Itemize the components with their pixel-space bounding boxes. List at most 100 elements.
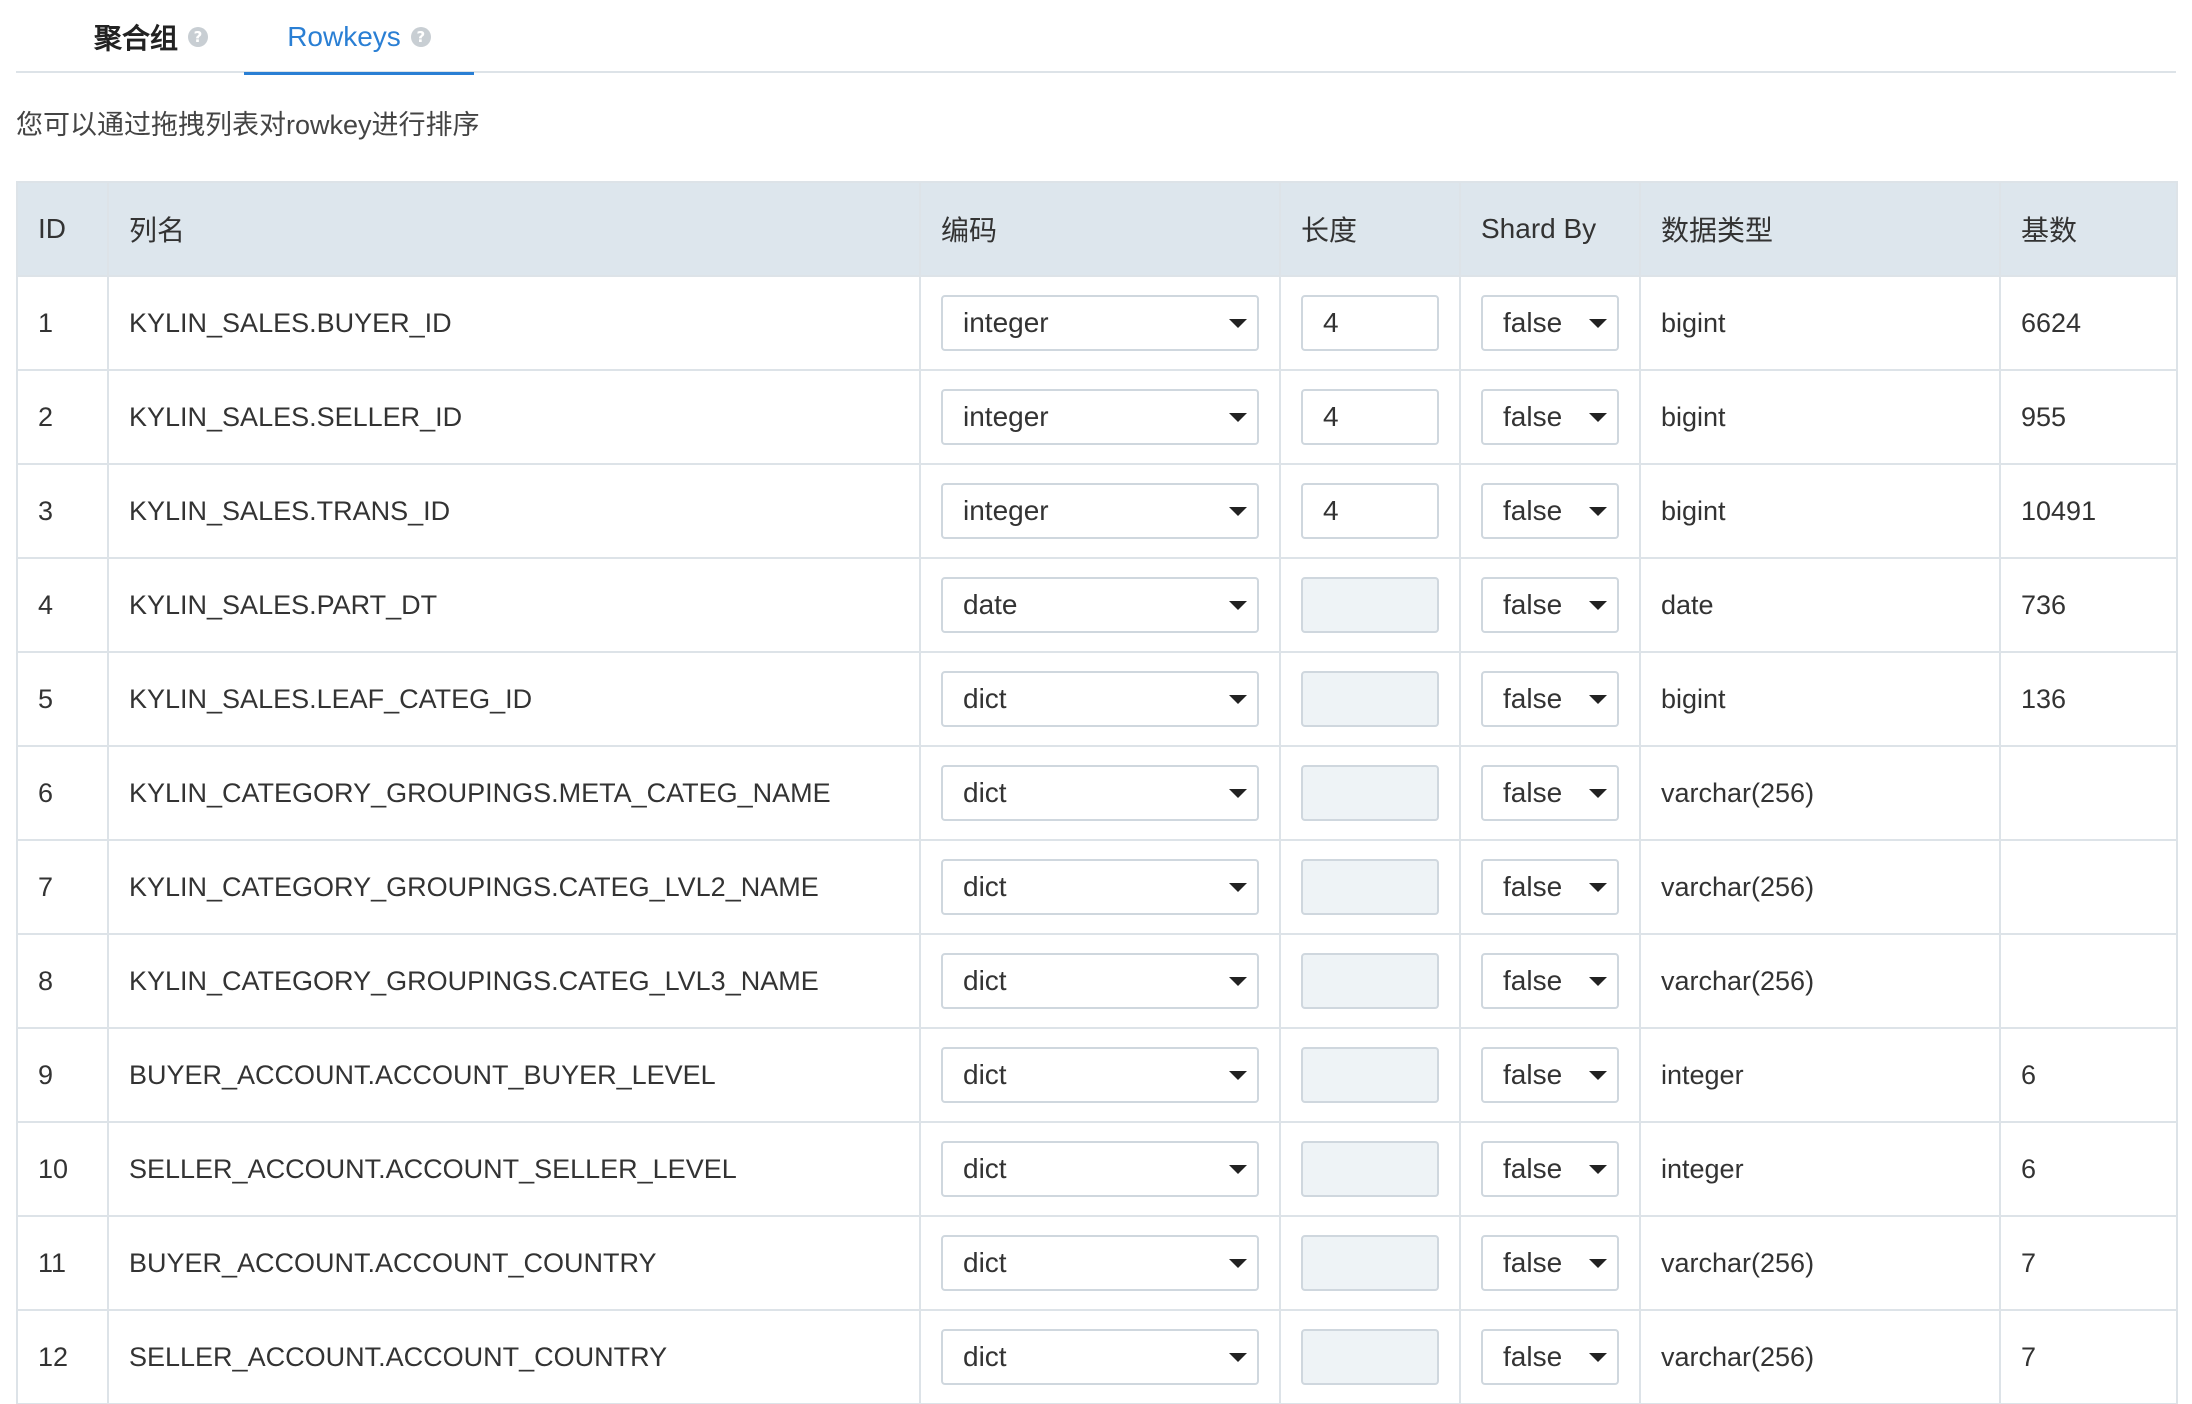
length-cell	[1279, 933, 1461, 1029]
column-name: KYLIN_SALES.LEAF_CATEG_ID	[107, 651, 921, 747]
length-input[interactable]	[1301, 765, 1439, 821]
shard-by-cell: false	[1459, 1215, 1641, 1311]
cardinality: 6	[1999, 1121, 2178, 1217]
length-input[interactable]	[1301, 671, 1439, 727]
encoding-select[interactable]: dict	[941, 1329, 1259, 1385]
shard-by-select[interactable]: false	[1481, 1235, 1619, 1291]
table-row[interactable]: 12 SELLER_ACCOUNT.ACCOUNT_COUNTRY dict fals…	[16, 1309, 2178, 1404]
caret-down-icon	[1589, 601, 1607, 610]
caret-down-icon	[1589, 977, 1607, 986]
encoding-select[interactable]: date	[941, 577, 1259, 633]
shard-by-cell: false	[1459, 933, 1641, 1029]
data-type: varchar(256)	[1639, 933, 2001, 1029]
length-input[interactable]	[1301, 1047, 1439, 1103]
encoding-select[interactable]: integer	[941, 483, 1259, 539]
table-row[interactable]: 5 KYLIN_SALES.LEAF_CATEG_ID dict false bigin…	[16, 651, 2178, 747]
encoding-select[interactable]: integer	[941, 295, 1259, 351]
help-icon[interactable]: ?	[188, 26, 208, 47]
shard-by-select[interactable]: false	[1481, 1047, 1619, 1103]
encoding-value: dict	[963, 683, 1007, 714]
length-cell	[1279, 1121, 1461, 1217]
length-input[interactable]	[1301, 859, 1439, 915]
length-input[interactable]	[1301, 1329, 1439, 1385]
tab-aggregation-groups[interactable]: 聚合组 ?	[76, 0, 226, 73]
length-cell	[1279, 651, 1461, 747]
caret-down-icon	[1589, 1165, 1607, 1174]
column-name: KYLIN_CATEGORY_GROUPINGS.CATEG_LVL2_NAME	[107, 839, 921, 935]
cardinality: 955	[1999, 369, 2178, 465]
shard-by-value: false	[1503, 1341, 1563, 1372]
caret-down-icon	[1589, 507, 1607, 516]
row-id: 5	[16, 651, 109, 747]
length-input[interactable]	[1301, 1235, 1439, 1291]
shard-by-value: false	[1503, 401, 1563, 432]
encoding-select[interactable]: dict	[941, 953, 1259, 1009]
shard-by-select[interactable]: false	[1481, 1141, 1619, 1197]
table-row[interactable]: 3 KYLIN_SALES.TRANS_ID integer 4 false bigint…	[16, 463, 2178, 559]
column-header-cardinality: 基数	[1999, 181, 2178, 277]
shard-by-cell: false	[1459, 557, 1641, 653]
encoding-cell: dict	[919, 1309, 1281, 1404]
length-input[interactable]: 4	[1301, 389, 1439, 445]
length-input[interactable]: 4	[1301, 295, 1439, 351]
caret-down-icon	[1229, 1353, 1247, 1362]
column-header-length: 长度	[1279, 181, 1461, 277]
data-type: bigint	[1639, 651, 2001, 747]
shard-by-select[interactable]: false	[1481, 859, 1619, 915]
encoding-select[interactable]: dict	[941, 765, 1259, 821]
encoding-select[interactable]: dict	[941, 859, 1259, 915]
caret-down-icon	[1589, 319, 1607, 328]
shard-by-select[interactable]: false	[1481, 389, 1619, 445]
length-input[interactable]: 4	[1301, 483, 1439, 539]
length-value: 4	[1323, 495, 1339, 526]
caret-down-icon	[1229, 1165, 1247, 1174]
column-name: KYLIN_CATEGORY_GROUPINGS.CATEG_LVL3_NAME	[107, 933, 921, 1029]
shard-by-cell: false	[1459, 463, 1641, 559]
rowkeys-page: 聚合组 ? Rowkeys ? 您可以通过拖拽列表对rowkey进行排序 ID …	[0, 0, 2192, 1404]
shard-by-select[interactable]: false	[1481, 671, 1619, 727]
encoding-select[interactable]: integer	[941, 389, 1259, 445]
shard-by-select[interactable]: false	[1481, 765, 1619, 821]
table-row[interactable]: 6 KYLIN_CATEGORY_GROUPINGS.META_CATEG_NAM…	[16, 745, 2178, 841]
cardinality: 10491	[1999, 463, 2178, 559]
encoding-select[interactable]: dict	[941, 1235, 1259, 1291]
length-input[interactable]	[1301, 577, 1439, 633]
shard-by-select[interactable]: false	[1481, 953, 1619, 1009]
table-row[interactable]: 1 KYLIN_SALES.BUYER_ID integer 4 false bigint…	[16, 275, 2178, 371]
caret-down-icon	[1229, 695, 1247, 704]
tab-label: 聚合组	[93, 22, 178, 54]
table-row[interactable]: 9 BUYER_ACCOUNT.ACCOUNT_BUYER_LEVEL dict fa…	[16, 1027, 2178, 1123]
column-name: BUYER_ACCOUNT.ACCOUNT_BUYER_LEVEL	[107, 1027, 921, 1123]
cardinality: 6	[1999, 1027, 2178, 1123]
column-header-encoding: 编码	[919, 181, 1281, 277]
encoding-select[interactable]: dict	[941, 671, 1259, 727]
shard-by-select[interactable]: false	[1481, 577, 1619, 633]
data-type: integer	[1639, 1027, 2001, 1123]
table-row[interactable]: 11 BUYER_ACCOUNT.ACCOUNT_COUNTRY dict false…	[16, 1215, 2178, 1311]
length-input[interactable]	[1301, 953, 1439, 1009]
table-row[interactable]: 10 SELLER_ACCOUNT.ACCOUNT_SELLER_LEVEL dic…	[16, 1121, 2178, 1217]
encoding-value: dict	[963, 1059, 1007, 1090]
length-cell	[1279, 745, 1461, 841]
tab-rowkeys[interactable]: Rowkeys ?	[244, 0, 474, 75]
table-row[interactable]: 8 KYLIN_CATEGORY_GROUPINGS.CATEG_LVL3_NAM…	[16, 933, 2178, 1029]
shard-by-select[interactable]: false	[1481, 483, 1619, 539]
column-header-id: ID	[16, 181, 109, 277]
column-header-data-type: 数据类型	[1639, 181, 2001, 277]
length-input[interactable]	[1301, 1141, 1439, 1197]
encoding-select[interactable]: dict	[941, 1047, 1259, 1103]
shard-by-select[interactable]: false	[1481, 1329, 1619, 1385]
table-row[interactable]: 2 KYLIN_SALES.SELLER_ID integer 4 false bigin…	[16, 369, 2178, 465]
encoding-cell: dict	[919, 933, 1281, 1029]
length-cell: 4	[1279, 275, 1461, 371]
encoding-select[interactable]: dict	[941, 1141, 1259, 1197]
column-name: SELLER_ACCOUNT.ACCOUNT_COUNTRY	[107, 1309, 921, 1404]
row-id: 4	[16, 557, 109, 653]
shard-by-select[interactable]: false	[1481, 295, 1619, 351]
table-row[interactable]: 7 KYLIN_CATEGORY_GROUPINGS.CATEG_LVL2_NAM…	[16, 839, 2178, 935]
caret-down-icon	[1229, 601, 1247, 610]
shard-by-value: false	[1503, 1059, 1563, 1090]
table-row[interactable]: 4 KYLIN_SALES.PART_DT date false date 736	[16, 557, 2178, 653]
shard-by-value: false	[1503, 589, 1563, 620]
help-icon[interactable]: ?	[410, 26, 431, 47]
